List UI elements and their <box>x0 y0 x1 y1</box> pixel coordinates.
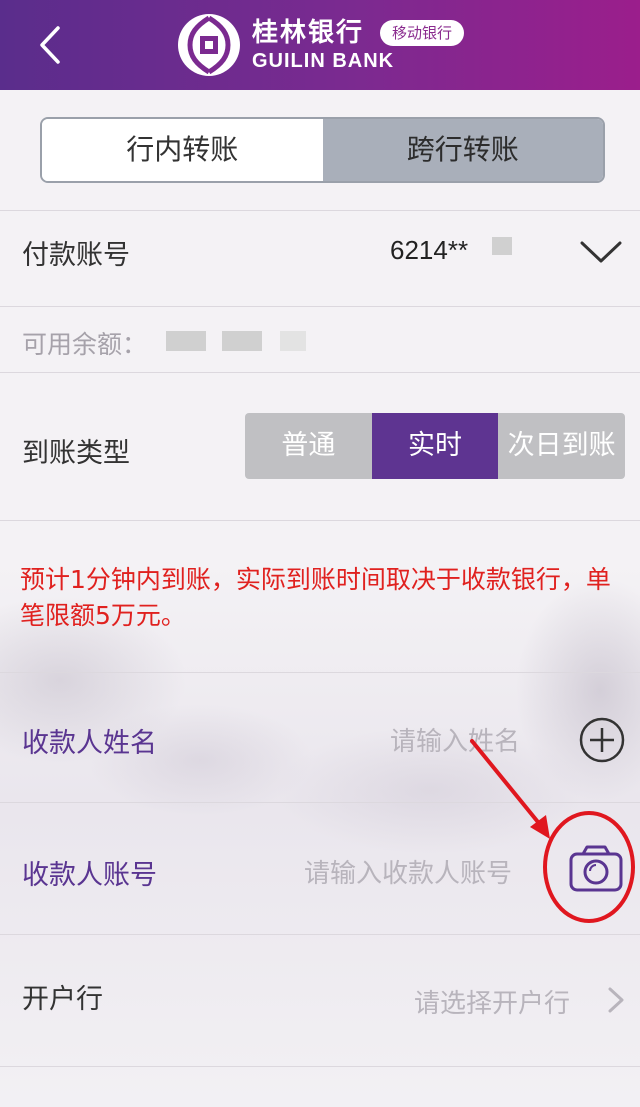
chevron-right-icon[interactable] <box>606 985 626 1015</box>
payee-name-label: 收款人姓名 <box>22 728 157 759</box>
bank-brand: 桂林银行 GUILIN BANK <box>176 10 394 80</box>
bank-row[interactable]: 开户行 请选择开户行 <box>0 934 640 1066</box>
bank-label: 开户行 <box>22 984 103 1015</box>
annotation-arrow-icon <box>470 739 550 839</box>
chevron-left-icon <box>40 26 60 64</box>
payee-account-input[interactable]: 请输入收款人账号 <box>304 853 512 890</box>
tab-inter-bank[interactable]: 跨行转账 <box>322 119 603 181</box>
bank-name-cn: 桂林银行 <box>252 18 365 48</box>
transfer-type-tabs: 行内转账 跨行转账 <box>40 117 605 183</box>
arrival-option-next-day[interactable]: 次日到账 <box>498 413 625 479</box>
app-header: 桂林银行 GUILIN BANK 移动银行 <box>0 0 640 90</box>
bank-select[interactable]: 请选择开户行 <box>414 983 570 1020</box>
payment-account-label: 付款账号 <box>22 240 130 271</box>
bank-logo-icon <box>178 14 240 76</box>
chevron-down-icon[interactable] <box>578 237 624 267</box>
payee-account-label: 收款人账号 <box>22 860 157 891</box>
next-row <box>0 1066 640 1107</box>
back-button[interactable] <box>26 20 76 70</box>
payment-account-value: 6214** <box>390 235 469 265</box>
payment-account-row[interactable]: 付款账号 6214** <box>0 210 640 306</box>
masked-digits <box>492 237 512 255</box>
balance-label: 可用余额： <box>22 330 148 359</box>
arrival-option-realtime[interactable]: 实时 <box>371 413 499 479</box>
tab-intra-bank[interactable]: 行内转账 <box>42 119 323 181</box>
mobile-bank-badge: 移动银行 <box>380 20 465 46</box>
masked-balance-1 <box>166 331 206 351</box>
bank-name-en: GUILIN BANK <box>252 50 395 72</box>
arrival-notice: 预计1分钟内到账，实际到账时间取决于收款银行，单笔限额5万元。 <box>20 565 611 630</box>
arrival-type-selector: 普通 实时 次日到账 <box>245 413 625 479</box>
plus-circle-icon[interactable] <box>578 716 626 764</box>
arrival-option-normal[interactable]: 普通 <box>245 413 372 479</box>
arrival-type-label: 到账类型 <box>22 438 130 469</box>
balance-row: 可用余额： <box>0 306 640 372</box>
masked-balance-3 <box>280 331 306 351</box>
masked-balance-2 <box>222 331 262 351</box>
